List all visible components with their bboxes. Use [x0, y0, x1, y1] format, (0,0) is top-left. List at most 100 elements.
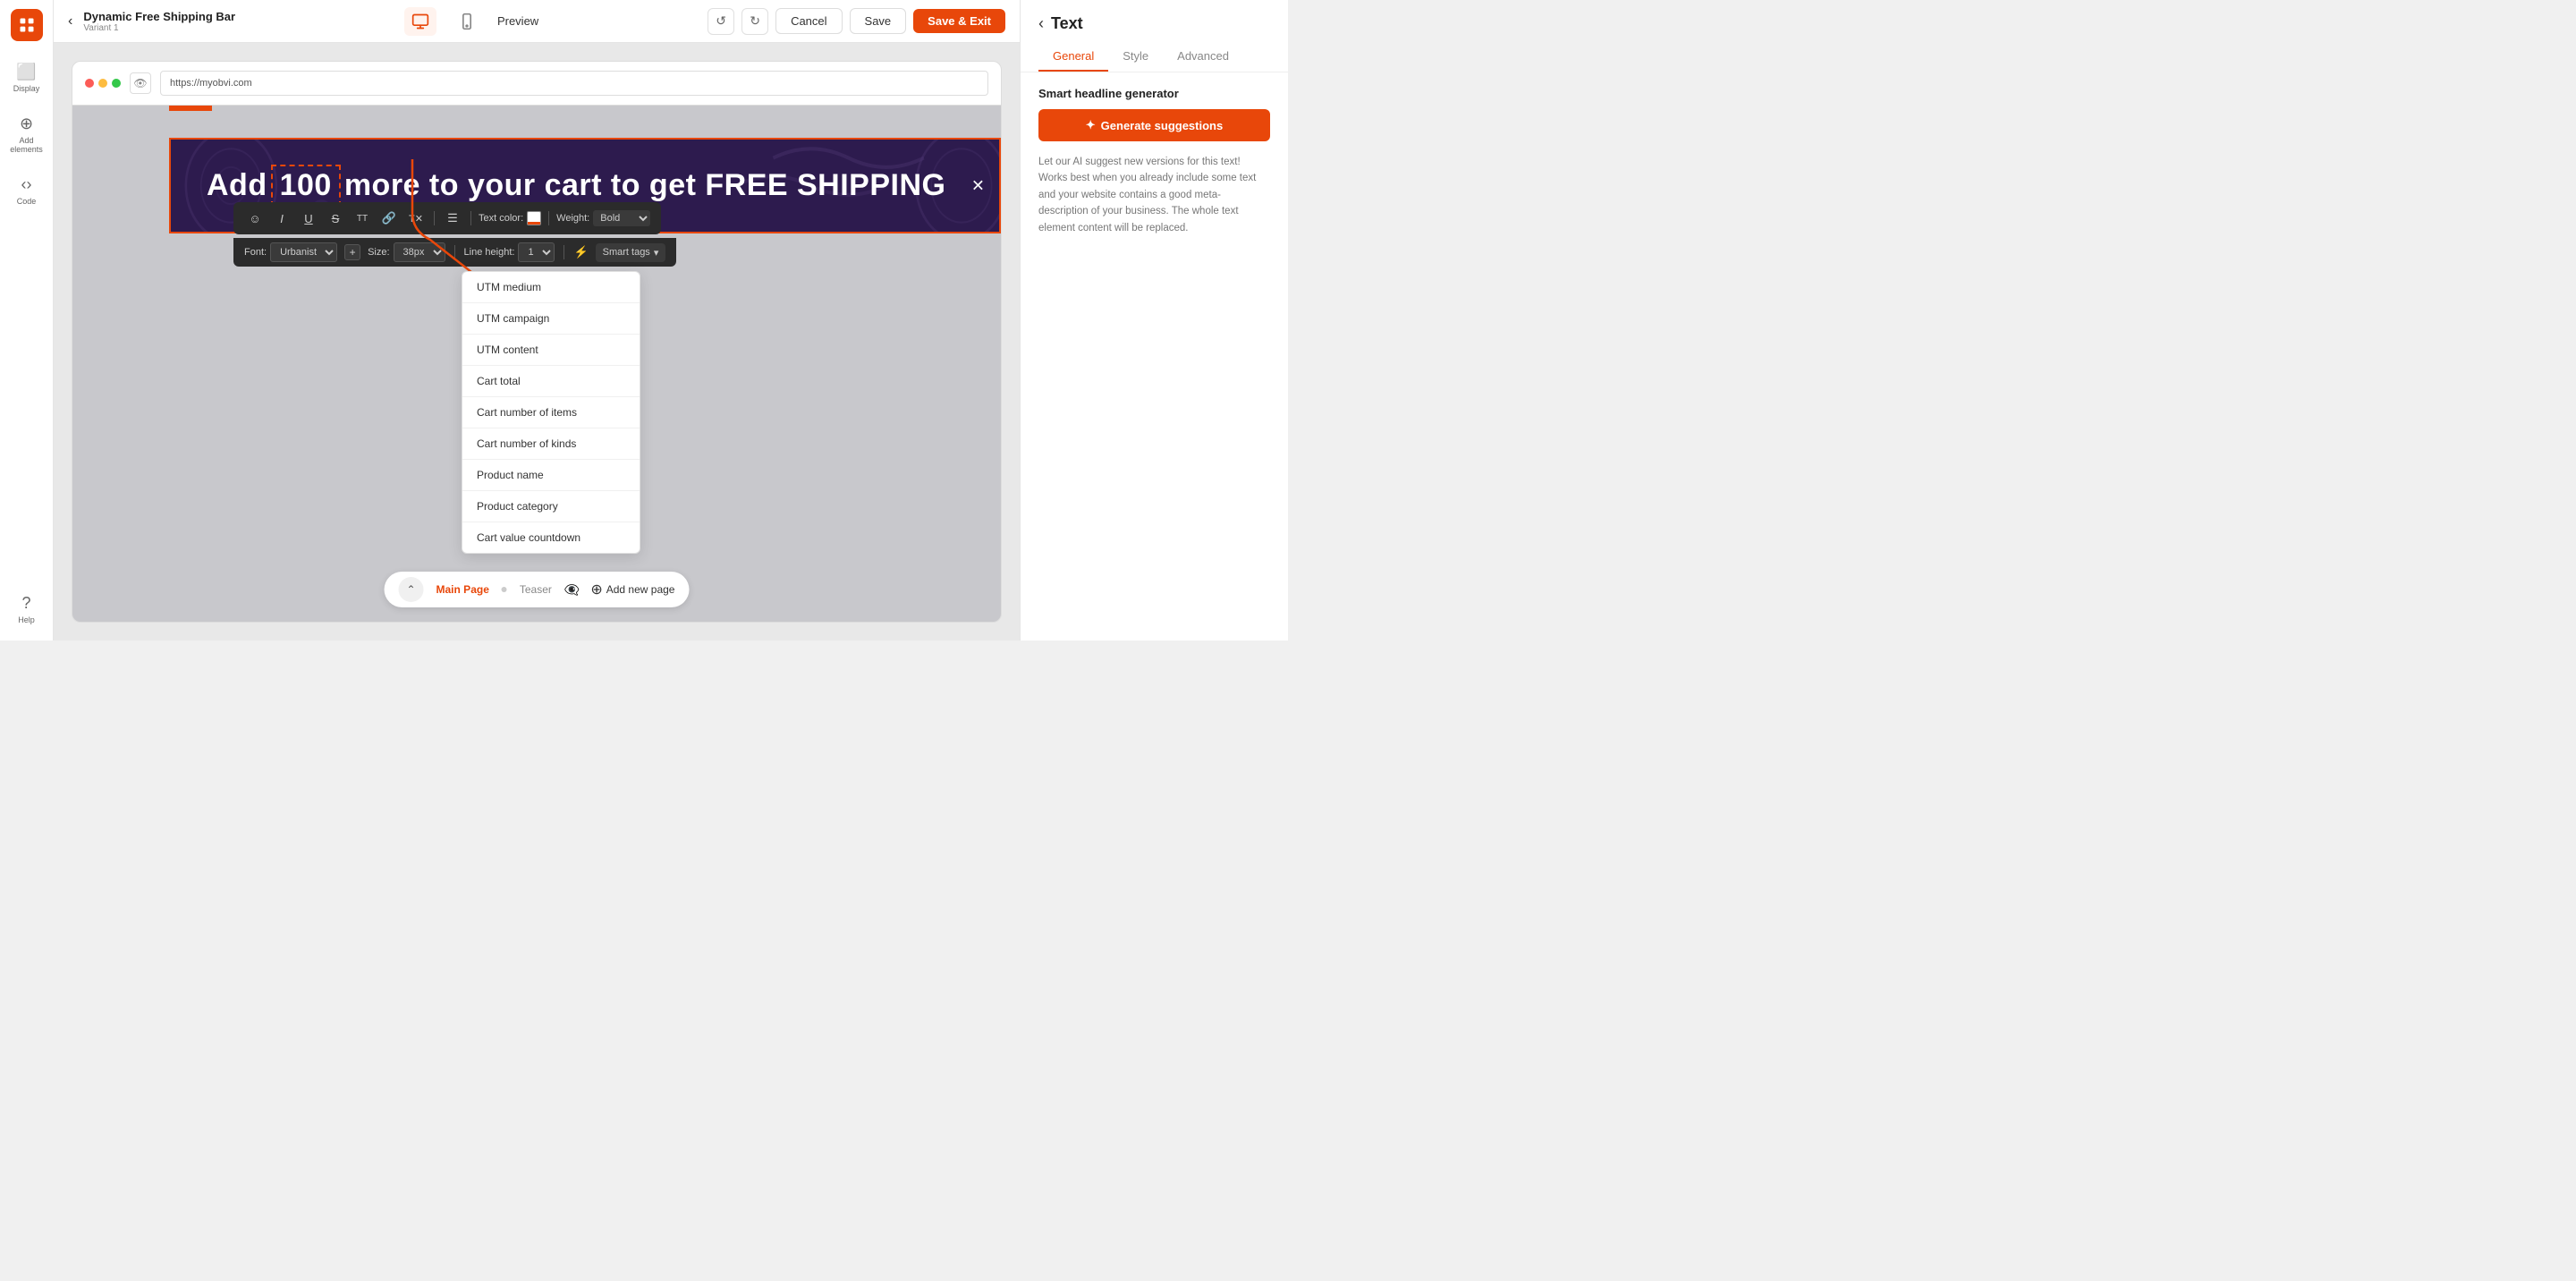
preview-wrapper: 👁 https://myobvi.com Edit mode	[54, 43, 1020, 640]
size-select[interactable]: 38px	[394, 242, 445, 262]
generate-suggestions-button[interactable]: ✦ Generate suggestions	[1038, 109, 1270, 141]
save-exit-button[interactable]: Save & Exit	[913, 9, 1005, 33]
desktop-view-button[interactable]	[404, 7, 436, 36]
logo-icon	[18, 16, 36, 34]
dropdown-item-cart-kinds[interactable]: Cart number of kinds	[462, 428, 640, 460]
italic-button[interactable]: I	[271, 208, 292, 229]
dropdown-item-utm-content[interactable]: UTM content	[462, 335, 640, 366]
text-color-label: Text color:	[479, 213, 523, 224]
smart-headline-label: Smart headline generator	[1038, 87, 1270, 100]
desktop-icon	[411, 13, 429, 30]
undo-button[interactable]: ↺	[708, 8, 734, 35]
mobile-view-button[interactable]	[451, 7, 483, 36]
dropdown-item-cart-countdown[interactable]: Cart value countdown	[462, 522, 640, 553]
back-button[interactable]: ‹	[68, 13, 72, 30]
weight-label: Weight:	[556, 213, 589, 224]
font-plus-button[interactable]: +	[344, 244, 360, 260]
panel-back-arrow[interactable]: ‹	[1038, 14, 1044, 33]
text-toolbar: ☺ I U S TT 🔗 T✕ ☰ Text color: Weig	[233, 202, 661, 234]
eye-hidden-icon[interactable]: 👁‍🗨	[564, 582, 580, 598]
lh-label: Line height:	[464, 247, 515, 258]
cancel-button[interactable]: Cancel	[775, 8, 842, 34]
font-section: Font: Urbanist	[244, 242, 337, 262]
banner-highlight[interactable]: 100	[271, 165, 341, 207]
tab-dot	[502, 587, 507, 592]
banner-text-after: more to your cart to get FREE SHIPPING	[344, 168, 946, 203]
dropdown-item-utm-medium[interactable]: UTM medium	[462, 272, 640, 303]
app-title-sub: Variant 1	[83, 23, 235, 33]
toolbar-divider-1	[434, 211, 435, 225]
toolbar-divider-3	[548, 211, 549, 225]
dropdown-item-product-name[interactable]: Product name	[462, 460, 640, 491]
app-logo[interactable]	[11, 9, 43, 41]
size-label: Size:	[368, 247, 389, 258]
align-button[interactable]: ☰	[442, 208, 463, 229]
bottom-tabs: ⌃ Main Page Teaser 👁‍🗨 ⊕ Add new page	[385, 572, 690, 607]
sidebar-item-help[interactable]: ? Help	[4, 587, 50, 632]
panel-description: Let our AI suggest new versions for this…	[1038, 154, 1270, 236]
toolbar-divider-4	[454, 245, 455, 259]
tab-style[interactable]: Style	[1108, 42, 1163, 72]
tab-advanced[interactable]: Advanced	[1163, 42, 1243, 72]
panel-tabs: General Style Advanced	[1021, 42, 1288, 72]
font-select[interactable]: Urbanist	[270, 242, 337, 262]
url-bar[interactable]: https://myobvi.com	[160, 71, 988, 96]
dropdown-item-utm-campaign[interactable]: UTM campaign	[462, 303, 640, 335]
add-page-button[interactable]: ⊕ Add new page	[590, 581, 674, 598]
dot-green	[112, 79, 121, 88]
lightning-icon: ⚡	[573, 245, 588, 259]
dot-yellow	[98, 79, 107, 88]
link-button[interactable]: 🔗	[378, 208, 400, 229]
main-area: ‹ Dynamic Free Shipping Bar Variant 1 Pr…	[54, 0, 1020, 640]
browser-eye-button[interactable]: 👁	[130, 72, 151, 94]
app-title: Dynamic Free Shipping Bar Variant 1	[83, 10, 235, 33]
mobile-icon	[458, 13, 476, 30]
strikethrough-button[interactable]: S	[325, 208, 346, 229]
preview-content: Edit mode	[72, 106, 1002, 623]
preview-button[interactable]: Preview	[497, 14, 538, 28]
sidebar-item-display[interactable]: ⬜ Display	[4, 55, 50, 100]
sidebar-item-code[interactable]: ‹› Code	[4, 168, 50, 213]
underline-button[interactable]: U	[298, 208, 319, 229]
dropdown-item-cart-items[interactable]: Cart number of items	[462, 397, 640, 428]
right-panel: ‹ Text General Style Advanced Smart head…	[1020, 0, 1288, 640]
banner-text-before: Add	[207, 168, 267, 203]
tab-teaser[interactable]: Teaser	[518, 580, 554, 599]
banner-close-button[interactable]: ✕	[971, 176, 985, 195]
weight-select[interactable]: Bold Normal Light	[593, 210, 650, 226]
dropdown-item-cart-total[interactable]: Cart total	[462, 366, 640, 397]
panel-title: Text	[1051, 14, 1083, 33]
redo-button[interactable]: ↻	[741, 8, 768, 35]
clear-format-button[interactable]: T✕	[405, 208, 427, 229]
text-color-section: Text color:	[479, 211, 541, 225]
save-button[interactable]: Save	[850, 8, 907, 34]
emoji-button[interactable]: ☺	[244, 208, 266, 229]
size-section: Size: 38px	[368, 242, 445, 262]
tab-main-page[interactable]: Main Page	[435, 580, 491, 599]
font-label: Font:	[244, 247, 267, 258]
superscript-button[interactable]: TT	[352, 208, 373, 229]
smart-tags-button[interactable]: Smart tags ▾	[596, 243, 666, 262]
panel-content: Smart headline generator ✦ Generate sugg…	[1021, 72, 1288, 640]
display-icon: ⬜	[16, 63, 36, 81]
code-icon: ‹›	[21, 175, 32, 194]
chevron-up-button[interactable]: ⌃	[399, 577, 424, 602]
dropdown-item-product-category[interactable]: Product category	[462, 491, 640, 522]
color-indicator[interactable]	[527, 211, 541, 225]
smart-tags-chevron: ▾	[654, 247, 659, 259]
edit-mode-badge: Edit mode	[169, 106, 212, 111]
sidebar-item-add-elements[interactable]: ⊕ Add elements	[4, 107, 50, 161]
line-height-section: Line height: 1	[464, 242, 555, 262]
app-title-main: Dynamic Free Shipping Bar	[83, 10, 235, 23]
panel-header: ‹ Text	[1021, 0, 1288, 33]
tab-general[interactable]: General	[1038, 42, 1108, 72]
lh-select[interactable]: 1	[518, 242, 555, 262]
left-sidebar: ⬜ Display ⊕ Add elements ‹› Code ? Help	[0, 0, 54, 640]
top-bar: ‹ Dynamic Free Shipping Bar Variant 1 Pr…	[54, 0, 1020, 43]
generate-label: Generate suggestions	[1101, 119, 1224, 132]
weight-section: Weight: Bold Normal Light	[556, 210, 650, 226]
dot-red	[85, 79, 94, 88]
browser-dots	[85, 79, 121, 88]
add-elements-icon: ⊕	[20, 115, 33, 133]
browser-chrome: 👁 https://myobvi.com	[72, 61, 1002, 106]
